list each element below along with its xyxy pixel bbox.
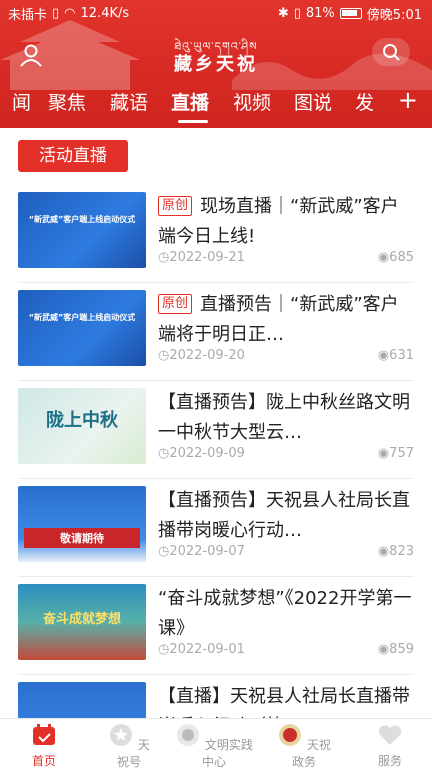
divider: [18, 478, 414, 479]
item-title-text: 现场直播｜“新武威”客户端今日上线!: [158, 196, 399, 247]
nav-tianzhu-hao[interactable]: 天祝号: [104, 723, 154, 768]
logo-chinese: 藏乡天祝: [174, 54, 258, 75]
thumbnail-text: 敬请期待: [24, 528, 140, 548]
item-date: ◷2022-09-21: [158, 250, 245, 265]
list-item[interactable]: 陇上中秋 【直播预告】陇上中秋丝路文明一中秋节大型云… ◷2022-09-09 …: [18, 388, 414, 468]
list-item[interactable]: “新武威”客户端上线启动仪式 原创 直播预告｜“新武威”客户端将于明日正… ◷20…: [18, 290, 414, 370]
thumbnail-text: “新武威”客户端上线启动仪式: [28, 215, 136, 224]
status-bar: 未插卡 ▯ ◠ 12.4K/s ✱ ▯ 81% 傍晚5:01: [0, 0, 432, 26]
item-title: 原创 直播预告｜“新武威”客户端将于明日正…: [158, 290, 414, 350]
nav-services-label: 服务: [377, 754, 402, 768]
star-icon: [110, 724, 133, 746]
government-icon: [279, 724, 302, 746]
thumbnail: 敬请期待: [18, 486, 146, 562]
thumbnail-text: “新武威”客户端上线启动仪式: [28, 313, 136, 322]
nav-services[interactable]: 服务: [370, 723, 410, 768]
bottom-nav: 首页 天祝号 文明实践中心 天祝政务 服务: [0, 718, 432, 768]
channel-tabs: 闻 聚焦 藏语 直播 视频 图说 发 +: [0, 86, 432, 123]
item-title: 【直播预告】陇上中秋丝路文明一中秋节大型云…: [158, 392, 410, 443]
item-views: ◉685: [377, 250, 414, 265]
top-bar: ཐེའུ་ཡུལ་དགའ་ཤིས 藏乡天祝: [0, 26, 432, 84]
divider: [18, 380, 414, 381]
section-title: 活动直播: [18, 140, 128, 172]
thumbnail: 奋斗成就梦想: [18, 584, 146, 660]
battery-percent: 81%: [305, 6, 335, 21]
tab-pictures[interactable]: 图说: [294, 88, 332, 115]
tab-publish[interactable]: 发: [355, 88, 374, 115]
item-date: ◷2022-09-09: [158, 446, 245, 461]
home-icon: [33, 724, 55, 745]
item-title-text: 直播预告｜“新武威”客户端将于明日正…: [158, 294, 399, 345]
thumbnail: “新武威”客户端上线启动仪式: [18, 290, 146, 366]
item-views: ◉631: [377, 348, 414, 363]
clock: 傍晚5:01: [366, 8, 422, 23]
vibrate-icon: ▯: [293, 6, 301, 21]
nav-civilization-center[interactable]: 文明实践中心: [172, 723, 256, 768]
item-date: ◷2022-09-20: [158, 348, 245, 363]
divider: [18, 282, 414, 283]
item-title: 【直播】天祝县人社局长直播带岗暖心行动（第…: [158, 686, 410, 718]
live-list: 活动直播 “新武威”客户端上线启动仪式 原创 现场直播｜“新武威”客户端今日上线!…: [0, 128, 432, 718]
item-title: 原创 现场直播｜“新武威”客户端今日上线!: [158, 192, 414, 252]
thumbnail: [18, 682, 146, 718]
nav-home[interactable]: 首页: [24, 723, 64, 768]
network-speed: 12.4K/s: [80, 6, 130, 21]
divider: [18, 674, 414, 675]
app-header: 未插卡 ▯ ◠ 12.4K/s ✱ ▯ 81% 傍晚5:01 ཐེའུ་ཡུལ་…: [0, 0, 432, 128]
original-badge: 原创: [158, 196, 193, 216]
item-views: ◉859: [377, 642, 414, 657]
search-icon: [383, 44, 400, 61]
active-tab-indicator: [178, 120, 208, 123]
tab-video[interactable]: 视频: [233, 88, 271, 115]
tab-tibetan[interactable]: 藏语: [110, 88, 148, 115]
list-item[interactable]: “新武威”客户端上线启动仪式 原创 现场直播｜“新武威”客户端今日上线! ◷202…: [18, 192, 414, 272]
logo-tibetan: ཐེའུ་ཡུལ་དགའ་ཤིས: [174, 40, 258, 53]
item-title: “奋斗成就梦想”《2022开学第一课》: [158, 588, 412, 639]
original-badge: 原创: [158, 294, 193, 314]
nav-government[interactable]: 天祝政务: [274, 723, 334, 768]
item-title: 【直播预告】天祝县人社局长直播带岗暖心行动…: [158, 490, 410, 541]
nav-civilization-center-label: 文明实践中心: [201, 738, 253, 768]
emblem-icon: [177, 724, 200, 746]
item-date: ◷2022-09-01: [158, 642, 245, 657]
item-date: ◷2022-09-07: [158, 544, 245, 559]
bluetooth-icon: ✱: [277, 6, 289, 21]
add-channel-icon[interactable]: +: [398, 86, 418, 114]
item-views: ◉757: [377, 446, 414, 461]
thumbnail-text: 陇上中秋: [46, 410, 118, 431]
app-logo: ཐེའུ་ཡུལ་དགའ་ཤིས 藏乡天祝: [0, 34, 432, 76]
tab-news[interactable]: 闻: [12, 88, 31, 115]
carrier-text: 未插卡: [8, 8, 48, 23]
thumbnail: 陇上中秋: [18, 388, 146, 464]
thumbnail-text: 奋斗成就梦想: [42, 612, 121, 627]
search-button[interactable]: [372, 38, 410, 66]
list-item[interactable]: 【直播】天祝县人社局长直播带岗暖心行动（第…: [18, 682, 414, 718]
tab-focus[interactable]: 聚焦: [48, 88, 86, 115]
list-item[interactable]: 敬请期待 【直播预告】天祝县人社局长直播带岗暖心行动… ◷2022-09-07 …: [18, 486, 414, 566]
battery-icon: [339, 8, 362, 19]
divider: [18, 576, 414, 577]
tab-live[interactable]: 直播: [171, 88, 209, 115]
sim-icon: ▯: [52, 6, 60, 21]
heart-icon: [378, 725, 402, 745]
list-item[interactable]: 奋斗成就梦想 “奋斗成就梦想”《2022开学第一课》 ◷2022-09-01 ◉…: [18, 584, 414, 664]
thumbnail: “新武威”客户端上线启动仪式: [18, 192, 146, 268]
wifi-icon: ◠: [64, 6, 76, 21]
nav-home-label: 首页: [31, 754, 56, 768]
item-views: ◉823: [377, 544, 414, 559]
